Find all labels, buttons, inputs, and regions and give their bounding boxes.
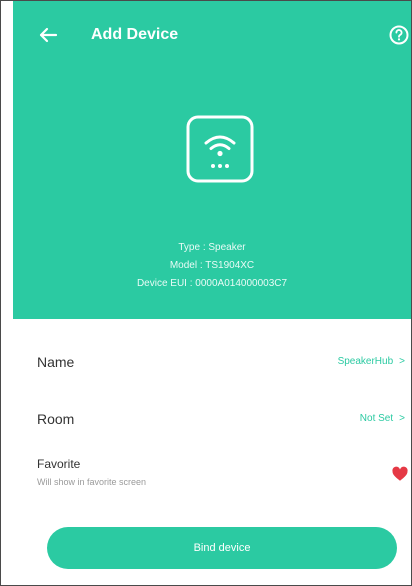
arrow-left-icon[interactable] (36, 23, 60, 47)
name-value: SpeakerHub > (338, 356, 405, 367)
room-row[interactable]: Room Not Set > (13, 398, 411, 442)
name-label: Name (37, 354, 75, 370)
top-bar: Add Device (13, 1, 411, 71)
heart-icon[interactable] (391, 465, 409, 483)
device-model: Model : TS1904XC (169, 260, 255, 271)
chevron-right-icon: > (399, 413, 405, 424)
favorite-hint: Will show in favorite screen (37, 477, 147, 487)
app-frame: Add Device Type : Speaker Model: TS1904… (0, 0, 412, 586)
room-value: Not Set > (360, 413, 405, 424)
wifi-device-icon (184, 113, 256, 185)
room-label: Room (37, 411, 75, 427)
name-row[interactable]: Name SpeakerHub > (13, 341, 411, 385)
device-type: Type : Speaker (178, 242, 246, 253)
name-value-text: SpeakerHub (337, 356, 394, 367)
chevron-right-icon: > (399, 356, 405, 367)
room-value-text: Not Set (359, 413, 394, 424)
device-info: Type : Speaker Model : TS1904XC Device E… (13, 239, 411, 293)
help-circle-icon[interactable] (387, 23, 411, 47)
favorite-label: Favorite (37, 457, 81, 471)
device-header-panel: Add Device Type : Speaker Model: TS1904… (13, 1, 411, 319)
bind-device-button[interactable]: Bind device (47, 527, 397, 569)
favorite-row: Favorite Will show in favorite screen (13, 449, 411, 501)
device-eui: Device EUI : 0000A014000003C7 (136, 278, 288, 289)
page-title: Add Device (91, 26, 179, 43)
